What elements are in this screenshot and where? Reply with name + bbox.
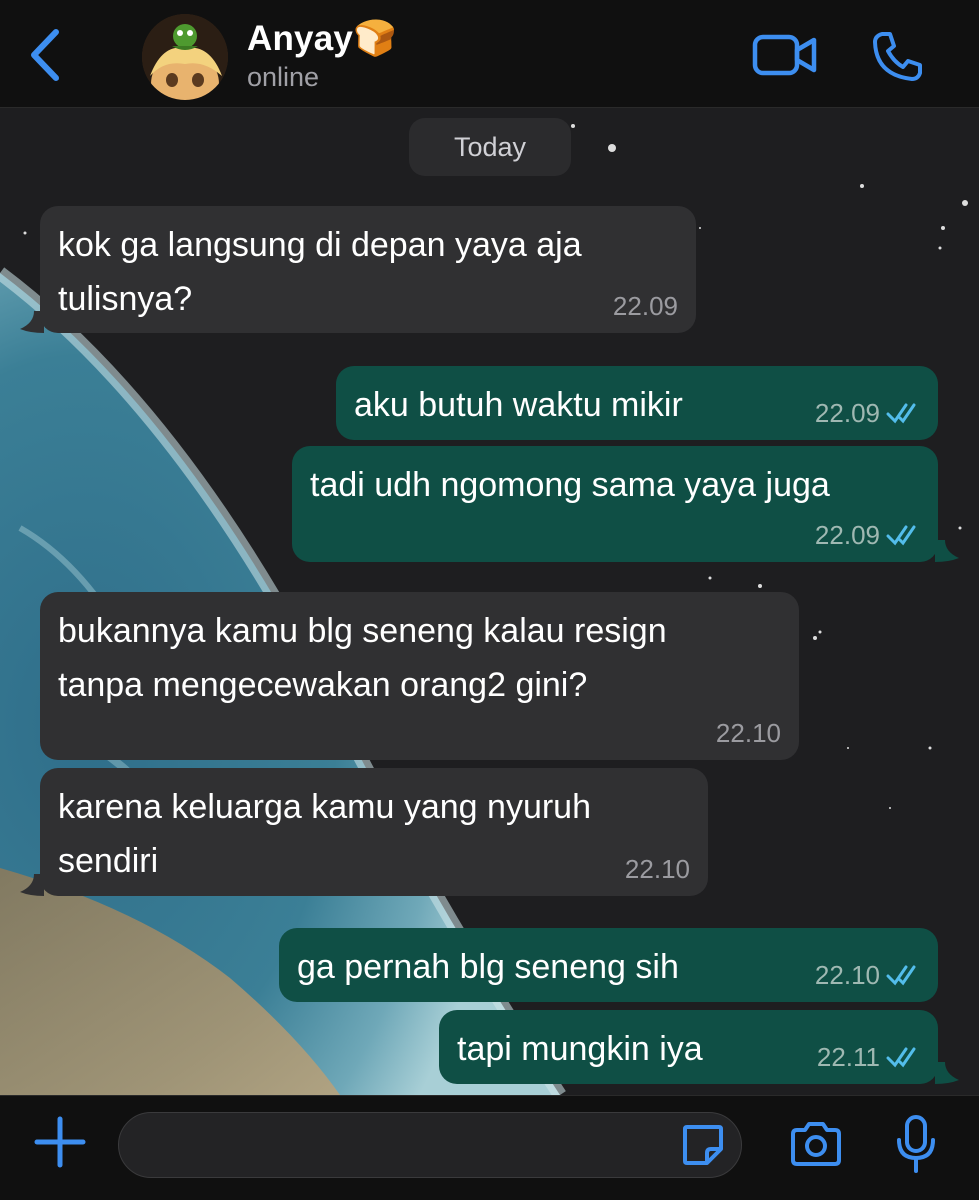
video-camera-icon	[752, 34, 817, 76]
camera-icon	[791, 1122, 841, 1166]
double-check-icon	[886, 1047, 916, 1068]
bubble-tail	[935, 1062, 959, 1084]
plus-icon	[34, 1116, 86, 1168]
message-input[interactable]	[118, 1112, 742, 1178]
message-bubble-outgoing[interactable]: tadi udh ngomong sama yaya juga 22.09	[292, 446, 938, 562]
sticker-icon	[683, 1125, 723, 1165]
avatar-image	[142, 14, 228, 100]
message-meta: 22.11	[817, 1042, 920, 1072]
message-text: bukannya kamu blg seneng kalau resign	[58, 612, 667, 650]
double-check-icon	[886, 965, 916, 986]
contact-name[interactable]: Anyay🍞	[247, 18, 397, 59]
contact-status: online	[247, 62, 320, 92]
video-call-button[interactable]	[752, 32, 818, 78]
message-time: 22.10	[814, 960, 880, 990]
message-meta: 22.10	[625, 854, 690, 884]
avatar[interactable]	[142, 14, 228, 100]
message-meta: 22.10	[716, 718, 781, 748]
message-list[interactable]: Today kok ga langsung di depan yaya aja …	[0, 108, 979, 1095]
camera-button[interactable]	[789, 1120, 843, 1168]
sticker-button[interactable]	[681, 1123, 725, 1167]
message-time: 22.09	[814, 398, 880, 428]
chat-header: Anyay🍞 online	[0, 0, 979, 108]
composer-bar	[0, 1095, 979, 1200]
message-time: 22.11	[816, 1042, 880, 1072]
message-meta: 22.09	[815, 520, 920, 550]
message-bubble-outgoing[interactable]: aku butuh waktu mikir 22.09	[336, 366, 938, 440]
message-text: tadi udh ngomong sama yaya juga	[310, 466, 830, 504]
message-text: kok ga langsung di depan yaya aja	[58, 226, 582, 264]
attach-button[interactable]	[34, 1116, 86, 1168]
message-meta: 22.10	[815, 960, 920, 990]
message-time: 22.09	[612, 291, 678, 321]
phone-icon	[873, 32, 922, 81]
message-text: tanpa mengecewakan orang2 gini?	[58, 666, 588, 704]
message-text: sendiri	[58, 842, 159, 880]
message-time: 22.10	[624, 854, 690, 884]
message-meta: 22.09	[815, 398, 920, 428]
message-bubble-incoming[interactable]: kok ga langsung di depan yaya aja tulisn…	[40, 206, 696, 333]
date-separator: Today	[409, 118, 571, 176]
message-bubble-incoming[interactable]: bukannya kamu blg seneng kalau resign ta…	[40, 592, 799, 760]
double-check-icon	[886, 403, 916, 424]
chat-screen: Anyay🍞 online Today kok ga langsung di d…	[0, 0, 979, 1200]
microphone-button[interactable]	[895, 1114, 937, 1174]
bubble-tail	[935, 540, 959, 562]
message-time: 22.10	[715, 718, 781, 748]
message-bubble-incoming[interactable]: karena keluarga kamu yang nyuruh sendiri…	[40, 768, 708, 896]
double-check-icon	[886, 525, 916, 546]
microphone-icon	[897, 1115, 935, 1173]
message-bubble-outgoing[interactable]: ga pernah blg seneng sih 22.10	[279, 928, 938, 1002]
message-time: 22.09	[814, 520, 880, 550]
message-bubble-outgoing[interactable]: tapi mungkin iya 22.11	[439, 1010, 938, 1084]
back-button[interactable]	[24, 28, 68, 82]
chevron-left-icon	[31, 29, 59, 81]
message-text: tulisnya?	[58, 280, 193, 318]
message-text: karena keluarga kamu yang nyuruh	[58, 788, 591, 826]
voice-call-button[interactable]	[872, 30, 924, 82]
message-meta: 22.09	[613, 291, 678, 321]
